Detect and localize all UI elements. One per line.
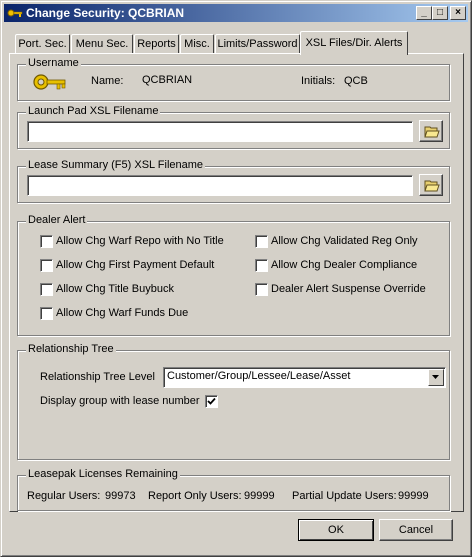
- allow-chg-title-buybuck-label[interactable]: Allow Chg Title Buybuck: [56, 283, 174, 295]
- relationship-tree-level-value: Customer/Group/Lessee/Lease/Asset: [167, 370, 351, 382]
- launch-pad-group: Launch Pad XSL Filename: [17, 105, 450, 149]
- tab-port-sec[interactable]: Port. Sec.: [15, 34, 70, 54]
- key-icon: [7, 6, 23, 20]
- allow-chg-title-buybuck-checkbox[interactable]: [40, 283, 53, 296]
- report-only-users-label: Report Only Users:: [148, 490, 242, 502]
- allow-chg-validated-reg-checkbox[interactable]: [255, 235, 268, 248]
- relationship-tree-level-select[interactable]: Customer/Group/Lessee/Lease/Asset: [163, 367, 446, 388]
- launch-pad-browse-button[interactable]: [419, 120, 443, 142]
- tab-menu-sec[interactable]: Menu Sec.: [71, 34, 133, 54]
- tab-misc[interactable]: Misc.: [180, 34, 214, 54]
- allow-chg-warf-repo-checkbox[interactable]: [40, 235, 53, 248]
- minimize-button[interactable]: _: [416, 6, 432, 20]
- allow-chg-dealer-compliance-label[interactable]: Allow Chg Dealer Compliance: [271, 259, 417, 271]
- dealer-alert-group: Dealer Alert Allow Chg Warf Repo with No…: [17, 214, 450, 336]
- name-label: Name:: [91, 75, 124, 87]
- ok-button[interactable]: OK: [298, 519, 374, 541]
- name-value: QCBRIAN: [142, 74, 193, 86]
- folder-open-icon: [424, 180, 440, 192]
- lease-summary-group: Lease Summary (F5) XSL Filename: [17, 159, 450, 203]
- regular-users-label: Regular Users:: [27, 490, 101, 502]
- dealer-alert-group-label: Dealer Alert: [26, 214, 88, 226]
- dropdown-arrow-button[interactable]: [428, 369, 444, 386]
- lease-summary-browse-button[interactable]: [419, 174, 443, 196]
- partial-update-users-value: 99999: [398, 490, 429, 502]
- key-icon: [32, 71, 68, 96]
- window-title: Change Security: QCBRIAN: [26, 6, 185, 20]
- launch-pad-filename-input[interactable]: [27, 121, 413, 142]
- chevron-down-icon: [432, 375, 439, 379]
- tab-limits-password[interactable]: Limits/Password: [215, 34, 300, 54]
- relationship-tree-level-label: Relationship Tree Level: [40, 371, 155, 383]
- cancel-button[interactable]: Cancel: [379, 519, 453, 541]
- dealer-alert-suspense-override-checkbox[interactable]: [255, 283, 268, 296]
- lease-summary-filename-input[interactable]: [27, 175, 413, 196]
- checkmark-icon: [207, 397, 216, 405]
- licenses-group-label: Leasepak Licenses Remaining: [26, 468, 180, 480]
- allow-chg-validated-reg-label[interactable]: Allow Chg Validated Reg Only: [271, 235, 418, 247]
- allow-chg-warf-repo-label[interactable]: Allow Chg Warf Repo with No Title: [56, 235, 224, 247]
- regular-users-value: 99973: [105, 490, 136, 502]
- allow-chg-warf-funds-checkbox[interactable]: [40, 307, 53, 320]
- initials-value: QCB: [344, 75, 368, 87]
- allow-chg-first-payment-checkbox[interactable]: [40, 259, 53, 272]
- lease-summary-group-label: Lease Summary (F5) XSL Filename: [26, 159, 206, 171]
- allow-chg-warf-funds-label[interactable]: Allow Chg Warf Funds Due: [56, 307, 188, 319]
- change-security-window: Change Security: QCBRIAN _ □ × Port. Sec…: [0, 0, 472, 557]
- title-bar[interactable]: Change Security: QCBRIAN _ □ ×: [4, 4, 468, 22]
- relationship-tree-group-label: Relationship Tree: [26, 343, 116, 355]
- tab-reports[interactable]: Reports: [134, 34, 179, 54]
- relationship-tree-group: Relationship Tree Relationship Tree Leve…: [17, 343, 450, 460]
- username-group-label: Username: [26, 57, 81, 69]
- report-only-users-value: 99999: [244, 490, 275, 502]
- dealer-alert-suspense-override-label[interactable]: Dealer Alert Suspense Override: [271, 283, 426, 295]
- tab-xsl-files-dir-alerts[interactable]: XSL Files/Dir. Alerts: [300, 31, 408, 55]
- initials-label: Initials:: [301, 75, 336, 87]
- display-group-checkbox[interactable]: [205, 395, 218, 408]
- allow-chg-dealer-compliance-checkbox[interactable]: [255, 259, 268, 272]
- close-button[interactable]: ×: [450, 6, 466, 20]
- launch-pad-group-label: Launch Pad XSL Filename: [26, 105, 161, 117]
- partial-update-users-label: Partial Update Users:: [292, 490, 397, 502]
- display-group-label: Display group with lease number: [40, 395, 200, 407]
- licenses-group: Leasepak Licenses Remaining Regular User…: [17, 468, 450, 511]
- folder-open-icon: [424, 126, 440, 138]
- allow-chg-first-payment-label[interactable]: Allow Chg First Payment Default: [56, 259, 214, 271]
- maximize-button[interactable]: □: [432, 6, 448, 20]
- username-group: Username Name: QCBRIAN Initials: QCB: [17, 57, 450, 101]
